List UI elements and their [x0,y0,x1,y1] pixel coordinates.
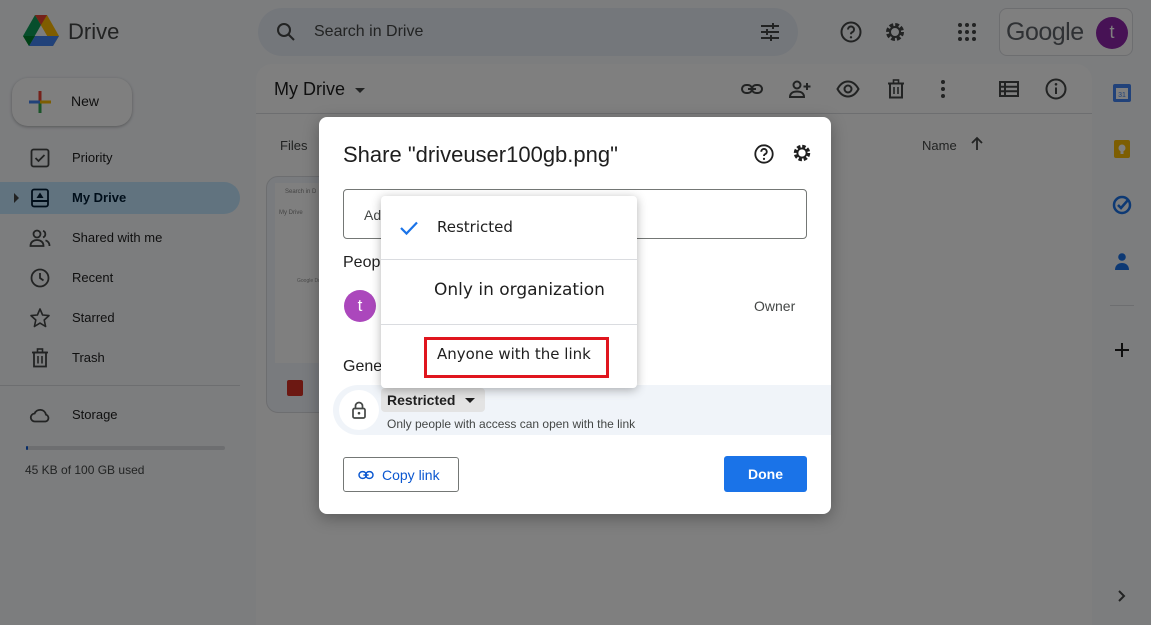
menu-item-label: Restricted [437,218,513,236]
copy-link-label: Copy link [382,467,440,483]
owner-role-label: Owner [754,298,796,314]
link-icon [358,470,374,480]
menu-item-label: Only in organization [434,280,605,300]
done-button[interactable]: Done [724,456,807,492]
access-description: Only people with access can open with th… [387,417,636,431]
lock-badge [339,390,379,430]
settings-icon[interactable] [791,142,813,164]
access-level-value: Restricted [387,392,456,408]
people-with-access-heading: Peop [343,254,381,271]
check-icon [400,221,418,236]
access-dropdown-menu: Restricted Only in organization Anyone w… [381,196,637,388]
lock-icon [352,401,366,419]
caret-down-icon [465,398,475,403]
general-access-row: Restricted Only people with access can o… [333,385,831,435]
done-button-label: Done [748,466,783,482]
menu-item-restricted[interactable]: Restricted [381,196,637,259]
help-icon[interactable] [753,143,775,165]
general-access-heading: Gene [343,358,383,375]
copy-link-button[interactable]: Copy link [343,457,459,492]
menu-item-only-in-organization[interactable]: Only in organization [381,260,637,324]
highlight-annotation-box [424,337,609,378]
access-level-select[interactable]: Restricted [381,388,485,412]
dialog-title: Share "driveuser100gb.png" [343,142,618,167]
avatar: t [344,290,376,322]
